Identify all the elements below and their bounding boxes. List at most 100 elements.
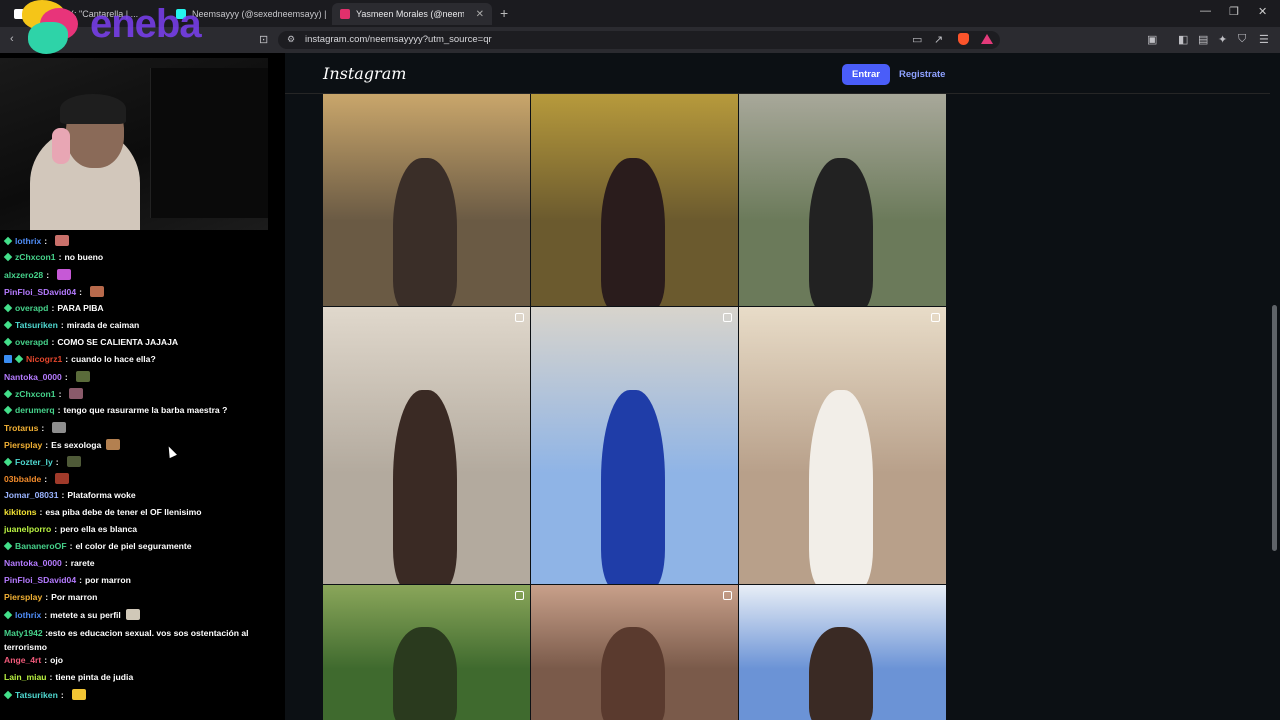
chat-separator: : [69,541,73,551]
scrollbar-thumb[interactable] [1272,305,1277,551]
brave-shields-icon[interactable] [958,33,969,45]
chat-username[interactable]: Nicogrz1 [26,354,62,364]
chat-username[interactable]: PinFloi_SDavid04 [4,287,76,297]
post-subject [393,627,457,720]
chat-message: Jomar_08031 : Plataforma woke [4,490,136,500]
signup-link[interactable]: Registrate [899,69,945,80]
chat-emote-icon [55,235,70,246]
chat-message: BananeroOF : el color de piel seguramente [3,541,192,551]
chat-username[interactable]: Fozter_ly [15,457,53,467]
post-thumbnail[interactable] [323,307,530,584]
reader-icon[interactable]: ◧ [1178,33,1188,46]
chat-separator: : [65,354,69,364]
wallet-icon[interactable]: ▤ [1198,33,1208,46]
chat-message: overapd : COMO SE CALIENTA JAJAJA [3,337,178,347]
chat-username[interactable]: BananeroOF [15,541,67,551]
post-subject [601,627,665,720]
chat-emote-icon [125,609,140,620]
chat-username[interactable]: Nantoka_0000 [4,558,62,568]
close-tab-icon[interactable]: ✕ [476,9,484,20]
chat-separator: : [64,558,68,568]
post-thumbnail[interactable] [323,94,530,306]
chat-username[interactable]: 03bbalde [4,474,41,484]
chat-username[interactable]: PinFloi_SDavid04 [4,575,76,585]
screen: [...art] on X: "Cantarella | ... Neemsay… [0,0,1280,720]
post-thumbnail[interactable] [739,94,946,306]
chat-username[interactable]: zChxcon1 [15,389,56,399]
chat-separator: : [79,286,82,297]
chat-message: kikitons : esa piba debe de tener el OF l… [4,507,202,517]
chat-username[interactable]: Piersplay [4,592,42,602]
new-tab-button[interactable]: + [500,5,508,21]
post-thumbnail[interactable] [739,307,946,584]
chat-username[interactable]: derumerq [15,405,55,415]
close-window-button[interactable]: ✕ [1258,5,1267,18]
chat-username[interactable]: lothrix [15,236,41,246]
chat-badge-icon [3,337,13,347]
post-thumbnail[interactable] [531,585,738,720]
chat-badge-icon [3,405,13,415]
chat-username[interactable]: kikitons [4,507,36,517]
maximize-button[interactable]: ❐ [1229,5,1239,18]
chat-message: lothrix : [3,235,70,246]
chat-username[interactable]: Ange_4rt [4,655,41,665]
login-button[interactable]: Entrar [842,64,890,85]
chat-username[interactable]: Trotarus [4,423,38,433]
chat-text: mirada de caiman [66,320,140,330]
chat-text: pero ella es blanca [60,524,138,534]
chat-separator: : [51,303,55,313]
post-thumbnail[interactable] [323,585,530,720]
tab-instagram[interactable]: Yasmeen Morales (@neemsayyy ✕ [332,3,492,25]
chat-username[interactable]: lothrix [15,610,41,620]
menu-icon[interactable]: ☰ [1259,33,1269,46]
post-subject [393,390,457,584]
chat-emote-icon [90,286,104,297]
chat-separator: : [49,672,53,682]
post-subject [809,158,873,306]
chat-username[interactable]: zChxcon1 [15,252,56,262]
chat-username[interactable]: Nantoka_0000 [4,372,62,382]
back-icon[interactable]: ‹ [10,33,14,45]
chat-message: juanelporro : pero ella es blanca [4,524,137,534]
chat-emote-icon [75,371,90,382]
instagram-page: Instagram Entrar Registrate [285,53,1270,720]
chat-username[interactable]: Lain_miau [4,672,47,682]
post-thumbnail[interactable] [739,585,946,720]
chat-username[interactable]: juanelporro [4,524,51,534]
post-thumbnail[interactable] [531,94,738,306]
subscriber-badge-icon [4,355,12,363]
chat-text: PARA PIBA [57,303,104,313]
post-thumbnail[interactable] [531,307,738,584]
chat-badge-icon [3,690,13,699]
chat-separator: : [58,388,62,399]
site-info-icon[interactable]: ⚙ [287,34,295,45]
cast-icon[interactable]: ▭ [912,33,922,46]
minimize-button[interactable]: — [1200,5,1211,17]
chat-separator: : [60,689,64,700]
instagram-logo[interactable]: Instagram [323,64,406,83]
chat-badge-icon [3,389,13,398]
chat-text: ojo [50,655,64,665]
chat-emote-icon [71,689,86,700]
share-icon[interactable]: ↗ [934,33,943,46]
chat-badge-icon [3,236,13,245]
chat-emote-icon [57,269,72,280]
chat-username[interactable]: Jomar_08031 [4,490,58,500]
vpn-icon[interactable]: ⛉ [1238,33,1246,46]
chat-badge-icon [14,354,24,364]
chat-username[interactable]: overapd [15,303,48,313]
chat-username[interactable]: Tatsuriken [15,320,58,330]
leo-icon[interactable]: ✦ [1218,33,1227,46]
chat-text: por marron [85,575,131,585]
chat-username[interactable]: Tatsuriken [15,690,58,700]
webcam-background [150,68,268,218]
chat-username[interactable]: alxzero28 [4,270,43,280]
chat-text: tiene pinta de judia [55,672,134,682]
chat-message: Maty1942 :esto es educacion sexual. vos … [4,626,274,654]
chat-username[interactable]: Maty1942 [4,628,43,638]
chat-username[interactable]: Piersplay [4,440,42,450]
sidebar-icon[interactable]: ▣ [1147,33,1157,46]
brave-rewards-icon[interactable] [981,34,993,44]
chat-username[interactable]: overapd [15,337,48,347]
bookmark-icon[interactable]: ⊡ [259,33,268,46]
